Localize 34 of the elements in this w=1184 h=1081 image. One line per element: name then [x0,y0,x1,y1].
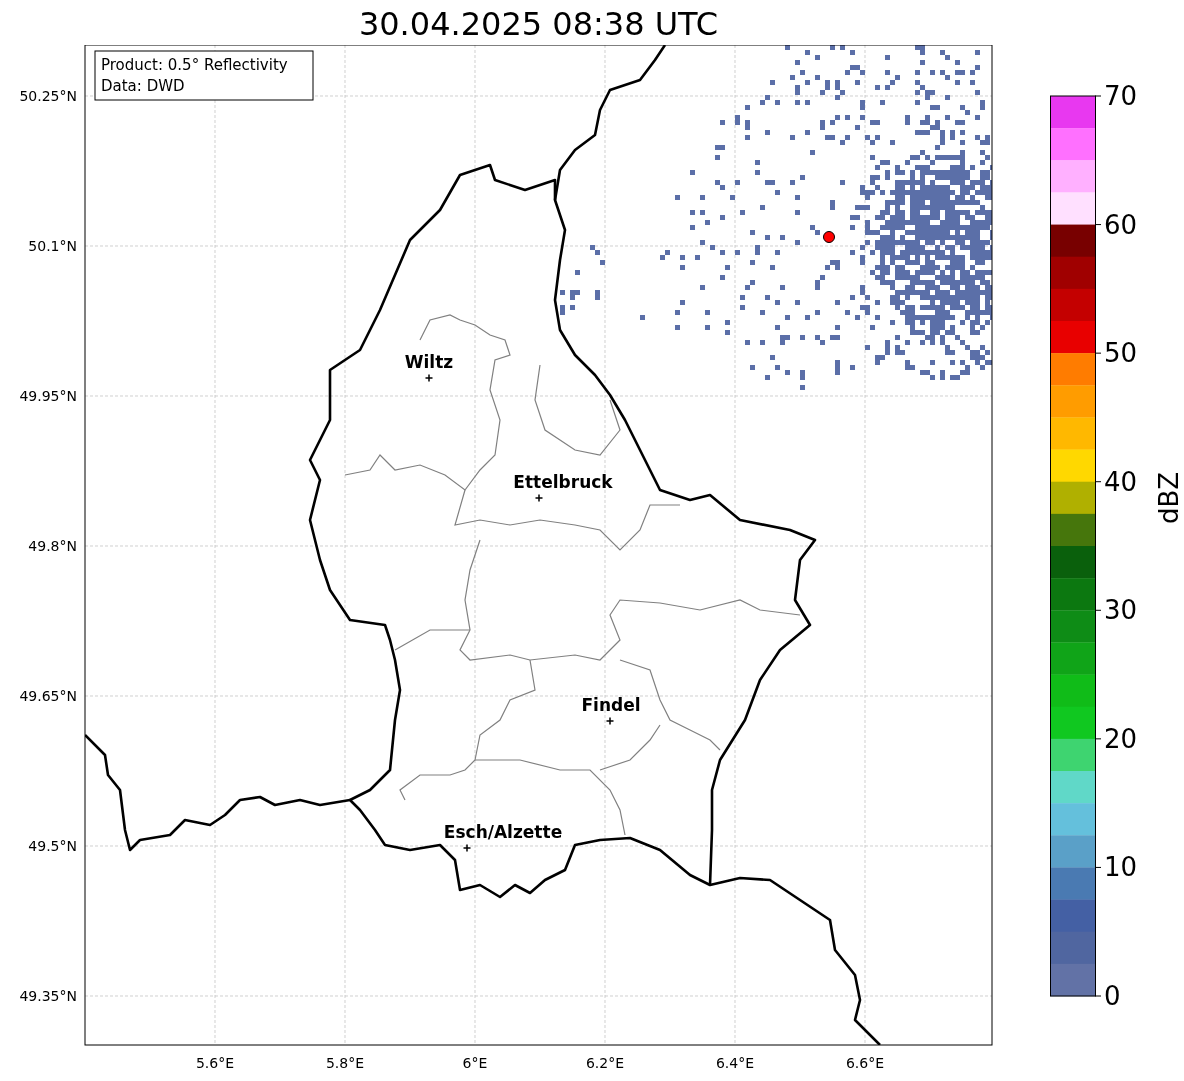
city-label: Esch/Alzette [443,822,563,842]
city-marker [534,493,544,503]
longitude-label: 6.2°E [585,1055,625,1071]
latitude-label: 50.25°N [19,88,77,104]
latitude-label: 49.5°N [28,838,77,854]
latitude-label: 49.35°N [19,988,77,1004]
colorbar-tick-label: 20 [1104,723,1138,754]
city-label: Wiltz [404,352,454,372]
colorbar-tick-label: 10 [1104,852,1138,883]
latitude-label: 50.1°N [28,238,77,254]
colorbar-tick-label: 30 [1104,595,1138,626]
city-marker [424,373,434,383]
city-label: Ettelbruck [513,472,613,492]
longitude-label: 5.6°E [195,1055,235,1071]
colorbar-tick-label: 40 [1104,466,1138,497]
longitude-label: 5.8°E [325,1055,365,1071]
latitude-label: 49.65°N [19,688,77,704]
longitude-label: 6.4°E [715,1055,755,1071]
colorbar-label: dBZ [1154,471,1184,525]
city-marker [462,843,472,853]
latitude-label: 49.95°N [19,388,77,404]
longitude-label: 6°E [462,1055,488,1071]
city-label: Findel [581,695,641,715]
info-text: Data: DWD [101,77,185,95]
colorbar-tick-label: 60 [1104,209,1138,240]
colorbar-tick-label: 0 [1104,981,1121,1011]
chart-title: 30.04.2025 08:38 UTC [357,4,720,45]
longitude-label: 6.6°E [845,1055,885,1071]
radar-site-marker [823,231,835,243]
latitude-label: 49.8°N [28,538,77,554]
city-marker [605,716,615,726]
colorbar-tick-label: 70 [1104,81,1138,111]
info-text: Product: 0.5° Reflectivity [101,56,288,74]
colorbar-tick-label: 50 [1104,338,1138,369]
